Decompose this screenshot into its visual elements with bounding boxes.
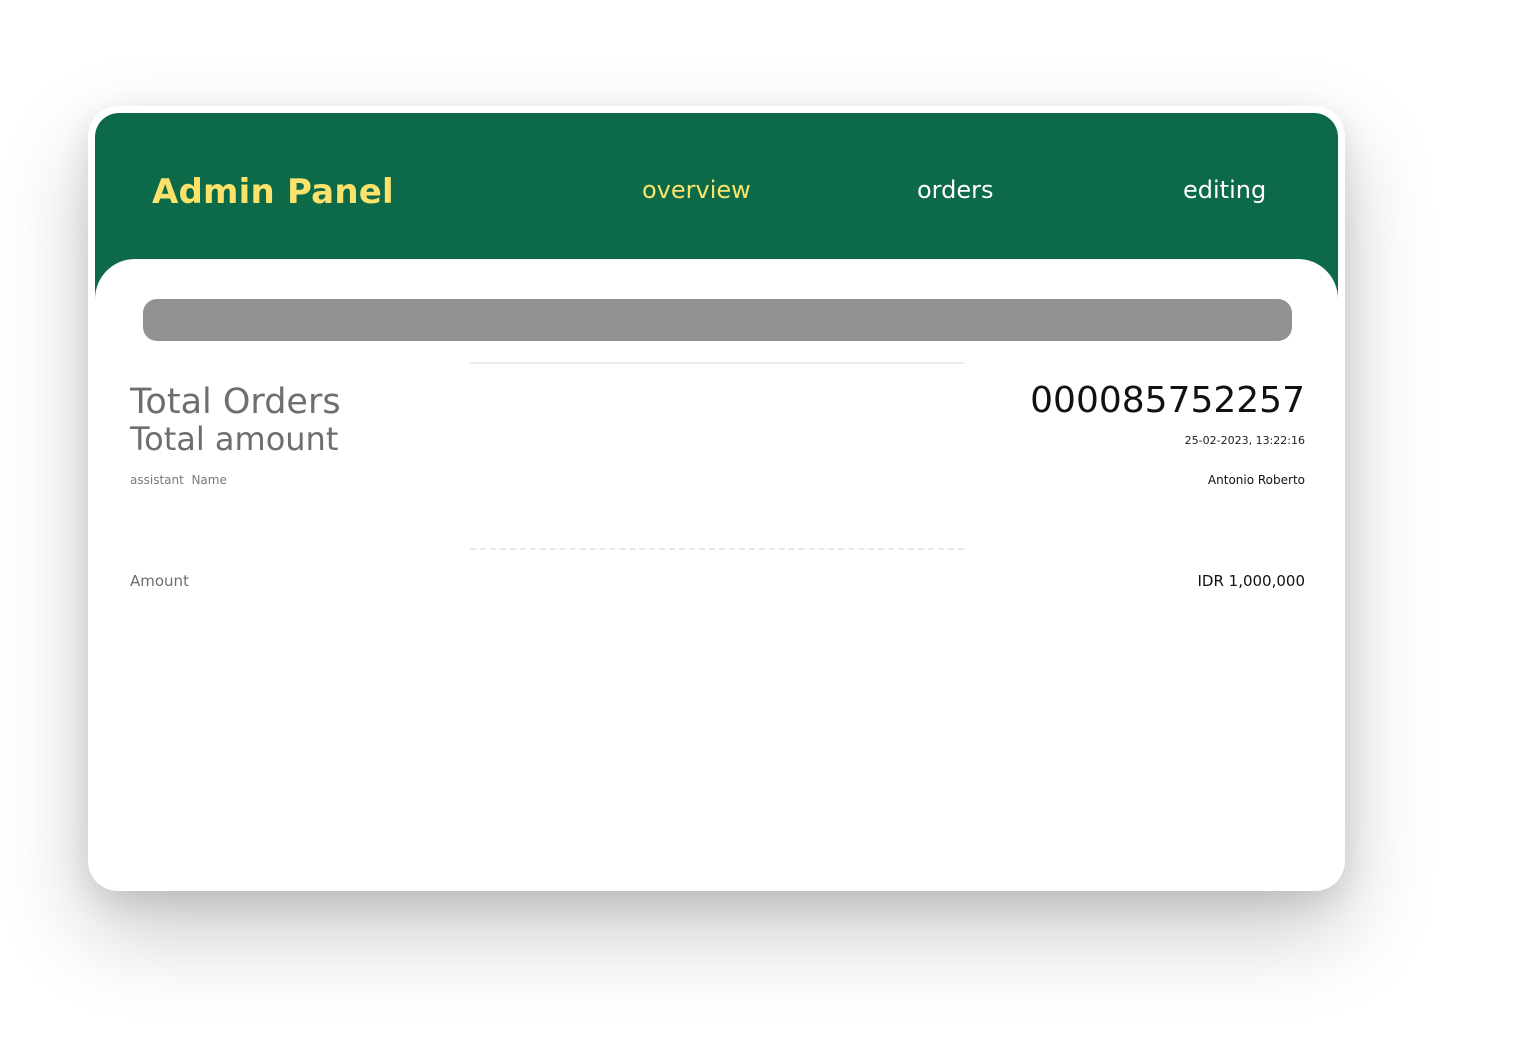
total-orders-label: Total Orders — [130, 382, 341, 422]
nav-orders[interactable]: orders — [917, 176, 994, 204]
assistant-name-label: assistant Name — [130, 473, 227, 487]
admin-card: Admin Panel overview orders editing Tota… — [88, 106, 1345, 891]
amount-value: IDR 1,000,000 — [1197, 572, 1305, 590]
order-datetime: 25-02-2023, 13:22:16 — [1184, 434, 1305, 447]
nav-editing[interactable]: editing — [1183, 176, 1266, 204]
nav-overview[interactable]: overview — [642, 176, 751, 204]
total-amount-label: Total amount — [130, 420, 339, 458]
assistant-name-value: Antonio Roberto — [1207, 473, 1305, 487]
dashed-divider — [470, 548, 964, 550]
app-title: Admin Panel — [152, 172, 394, 212]
amount-label: Amount — [130, 572, 189, 590]
search-bar[interactable] — [143, 299, 1292, 341]
order-number: 000085752257 — [1030, 380, 1305, 421]
divider — [470, 362, 964, 364]
content-panel — [95, 259, 1338, 884]
